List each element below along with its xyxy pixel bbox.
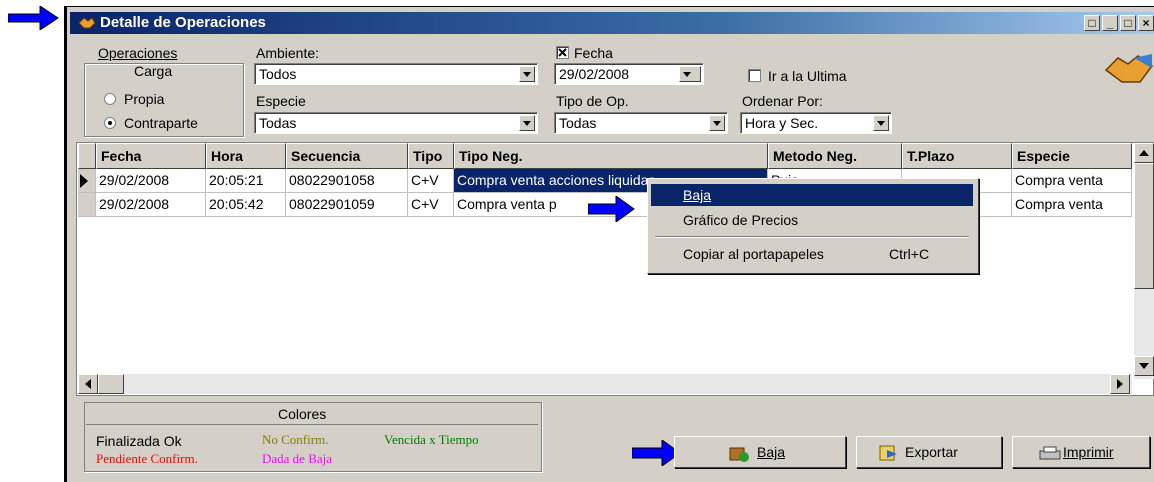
ambiente-select[interactable]: Todos xyxy=(254,63,538,85)
arrow-down-icon xyxy=(1139,363,1149,369)
legend-no-confirm: No Confirm. xyxy=(262,432,329,447)
column-header-especie[interactable]: Especie xyxy=(1012,143,1132,169)
legend-title: Colores xyxy=(278,406,327,422)
especie-value: Todas xyxy=(259,115,297,131)
chevron-down-icon[interactable] xyxy=(709,115,725,131)
ambiente-value: Todos xyxy=(259,66,297,82)
cell-secuencia: 08022901059 xyxy=(286,193,408,217)
tipo-op-value: Todas xyxy=(559,115,597,131)
menu-item-grafico-precios[interactable]: Gráfico de Precios xyxy=(651,209,973,231)
column-header-secuencia[interactable]: Secuencia xyxy=(286,143,408,169)
minimize-button[interactable]: _ xyxy=(1102,15,1118,31)
exportar-button-label: Exportar xyxy=(905,444,958,460)
baja-button-label: Baja xyxy=(757,444,786,460)
chevron-down-icon[interactable] xyxy=(519,115,535,131)
ordenar-label: Ordenar Por: xyxy=(742,93,823,109)
cell-especie: Compra venta xyxy=(1012,169,1132,193)
scroll-thumb[interactable] xyxy=(1134,163,1154,289)
column-header-tipo-neg[interactable]: Tipo Neg. xyxy=(454,143,768,169)
scroll-up-button[interactable] xyxy=(1134,143,1154,163)
check-x-icon xyxy=(558,48,567,57)
cell-tipo: C+V xyxy=(408,193,454,217)
especie-label: Especie xyxy=(256,93,306,109)
cell-especie: Compra venta xyxy=(1012,193,1132,217)
cell-fecha: 29/02/2008 xyxy=(96,169,206,193)
tipo-op-select[interactable]: Todas xyxy=(554,112,728,134)
chevron-down-icon[interactable] xyxy=(873,115,889,131)
menu-item-label: Baja xyxy=(683,187,712,203)
handshake-icon xyxy=(78,17,96,29)
handshake-logo-icon xyxy=(1104,54,1154,83)
propia-label[interactable]: Propia xyxy=(124,91,164,107)
printer-icon xyxy=(1039,446,1061,460)
exportar-button[interactable]: Exportar xyxy=(856,436,1002,468)
menu-item-baja[interactable]: Baja xyxy=(651,184,973,206)
restore-button[interactable]: □ xyxy=(1084,15,1100,31)
scroll-left-button[interactable] xyxy=(78,374,98,394)
cell-hora: 20:05:21 xyxy=(206,169,286,193)
row-indicator xyxy=(78,169,96,193)
ir-ultima-checkbox[interactable] xyxy=(748,69,761,82)
horizontal-scroll-thumb[interactable] xyxy=(98,374,124,394)
imprimir-button[interactable]: Imprimir xyxy=(1012,436,1150,468)
contraparte-radio[interactable] xyxy=(104,117,116,129)
ir-ultima-label[interactable]: Ir a la Ultima xyxy=(768,68,847,84)
contraparte-label[interactable]: Contraparte xyxy=(124,115,198,131)
horizontal-scrollbar[interactable] xyxy=(78,374,1132,394)
column-header-metodo-neg[interactable]: Metodo Neg. xyxy=(768,143,902,169)
tipo-op-label: Tipo de Op. xyxy=(556,93,629,109)
ordenar-value: Hora y Sec. xyxy=(745,115,819,131)
window-title: Detalle de Operaciones xyxy=(100,14,266,31)
close-button[interactable]: × xyxy=(1138,15,1154,31)
cell-fecha: 29/02/2008 xyxy=(96,193,206,217)
cell-tipo: C+V xyxy=(408,169,454,193)
annotation-arrow-menu xyxy=(588,196,635,222)
imprimir-button-label: Imprimir xyxy=(1063,444,1114,460)
legend-finalizada: Finalizada Ok xyxy=(96,433,182,449)
arrow-up-icon xyxy=(1139,150,1149,156)
row-indicator-header xyxy=(78,143,96,169)
scroll-down-button[interactable] xyxy=(1134,356,1154,376)
export-icon xyxy=(879,445,897,461)
carga-label: Carga xyxy=(134,63,173,79)
propia-radio[interactable] xyxy=(104,93,116,105)
menu-item-label: Copiar al portapapeles xyxy=(683,246,824,262)
arrow-right-icon xyxy=(1117,379,1123,389)
menu-item-label: Gráfico de Precios xyxy=(683,212,799,228)
fecha-checkbox[interactable] xyxy=(556,46,569,59)
legend-dada-baja: Dada de Baja xyxy=(262,451,333,466)
maximize-button[interactable]: □ xyxy=(1120,15,1136,31)
column-header-hora[interactable]: Hora xyxy=(206,143,286,169)
menu-separator xyxy=(655,236,969,238)
row-indicator xyxy=(78,193,96,217)
scroll-right-button[interactable] xyxy=(1110,374,1130,394)
cell-secuencia: 08022901058 xyxy=(286,169,408,193)
box-delete-icon xyxy=(729,447,749,462)
annotation-arrow-window xyxy=(8,6,59,30)
legend-pendiente: Pendiente Confirm. xyxy=(96,451,198,466)
menu-item-shortcut: Ctrl+C xyxy=(889,246,930,262)
cell-hora: 20:05:42 xyxy=(206,193,286,217)
fecha-label[interactable]: Fecha xyxy=(574,45,613,61)
especie-select[interactable]: Todas xyxy=(254,112,538,134)
column-header-fecha[interactable]: Fecha xyxy=(96,143,206,169)
fecha-input[interactable]: 29/02/2008 xyxy=(554,63,704,85)
ambiente-label: Ambiente: xyxy=(256,45,320,61)
baja-button[interactable]: Baja xyxy=(674,436,846,468)
column-header-tipo[interactable]: Tipo xyxy=(408,143,454,169)
current-row-icon xyxy=(80,174,88,188)
legend-vencida: Vencida x Tiempo xyxy=(384,432,479,447)
operaciones-label: Operaciones xyxy=(98,45,178,61)
menu-item-copiar[interactable]: Copiar al portapapeles Ctrl+C xyxy=(651,243,973,265)
arrow-left-icon xyxy=(85,379,91,389)
chevron-down-icon[interactable] xyxy=(519,66,535,82)
ordenar-select[interactable]: Hora y Sec. xyxy=(740,112,892,134)
fecha-value: 29/02/2008 xyxy=(559,66,630,82)
calendar-button[interactable] xyxy=(679,66,701,82)
column-header-t-plazo[interactable]: T.Plazo xyxy=(902,143,1012,169)
